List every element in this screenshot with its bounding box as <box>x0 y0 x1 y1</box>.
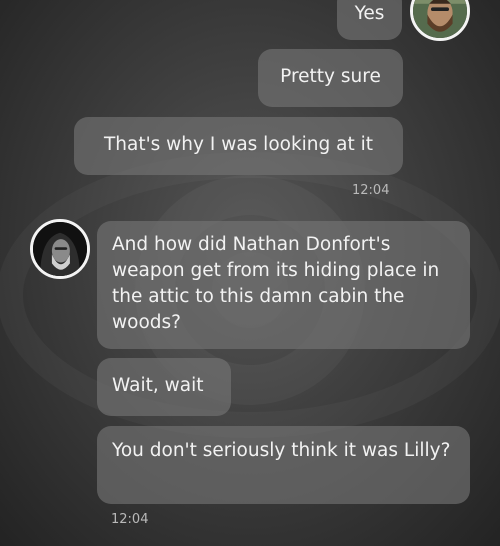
hooded-bearded-man-avatar-icon <box>33 222 87 276</box>
message-text: Wait, wait <box>112 375 204 396</box>
message-text: You don't seriously think it was Lilly? <box>112 440 451 461</box>
incoming-message[interactable]: You don't seriously think it was Lilly? <box>97 426 470 504</box>
outgoing-timestamp: 12:04 <box>352 183 390 198</box>
outgoing-message[interactable]: That's why I was looking at it <box>74 117 403 175</box>
message-text: That's why I was looking at it <box>103 134 374 155</box>
outgoing-message[interactable]: Yes <box>337 0 402 40</box>
message-text: And how did Nathan Donfort's weapon get … <box>112 234 440 333</box>
incoming-message[interactable]: Wait, wait <box>97 358 231 416</box>
message-text: Yes <box>354 3 385 24</box>
message-text: Pretty sure <box>280 66 381 87</box>
contact-avatar[interactable] <box>30 219 90 279</box>
bearded-man-avatar-icon <box>413 0 467 38</box>
outgoing-message[interactable]: Pretty sure <box>258 49 403 107</box>
incoming-timestamp: 12:04 <box>111 512 149 527</box>
incoming-message[interactable]: And how did Nathan Donfort's weapon get … <box>97 221 470 349</box>
